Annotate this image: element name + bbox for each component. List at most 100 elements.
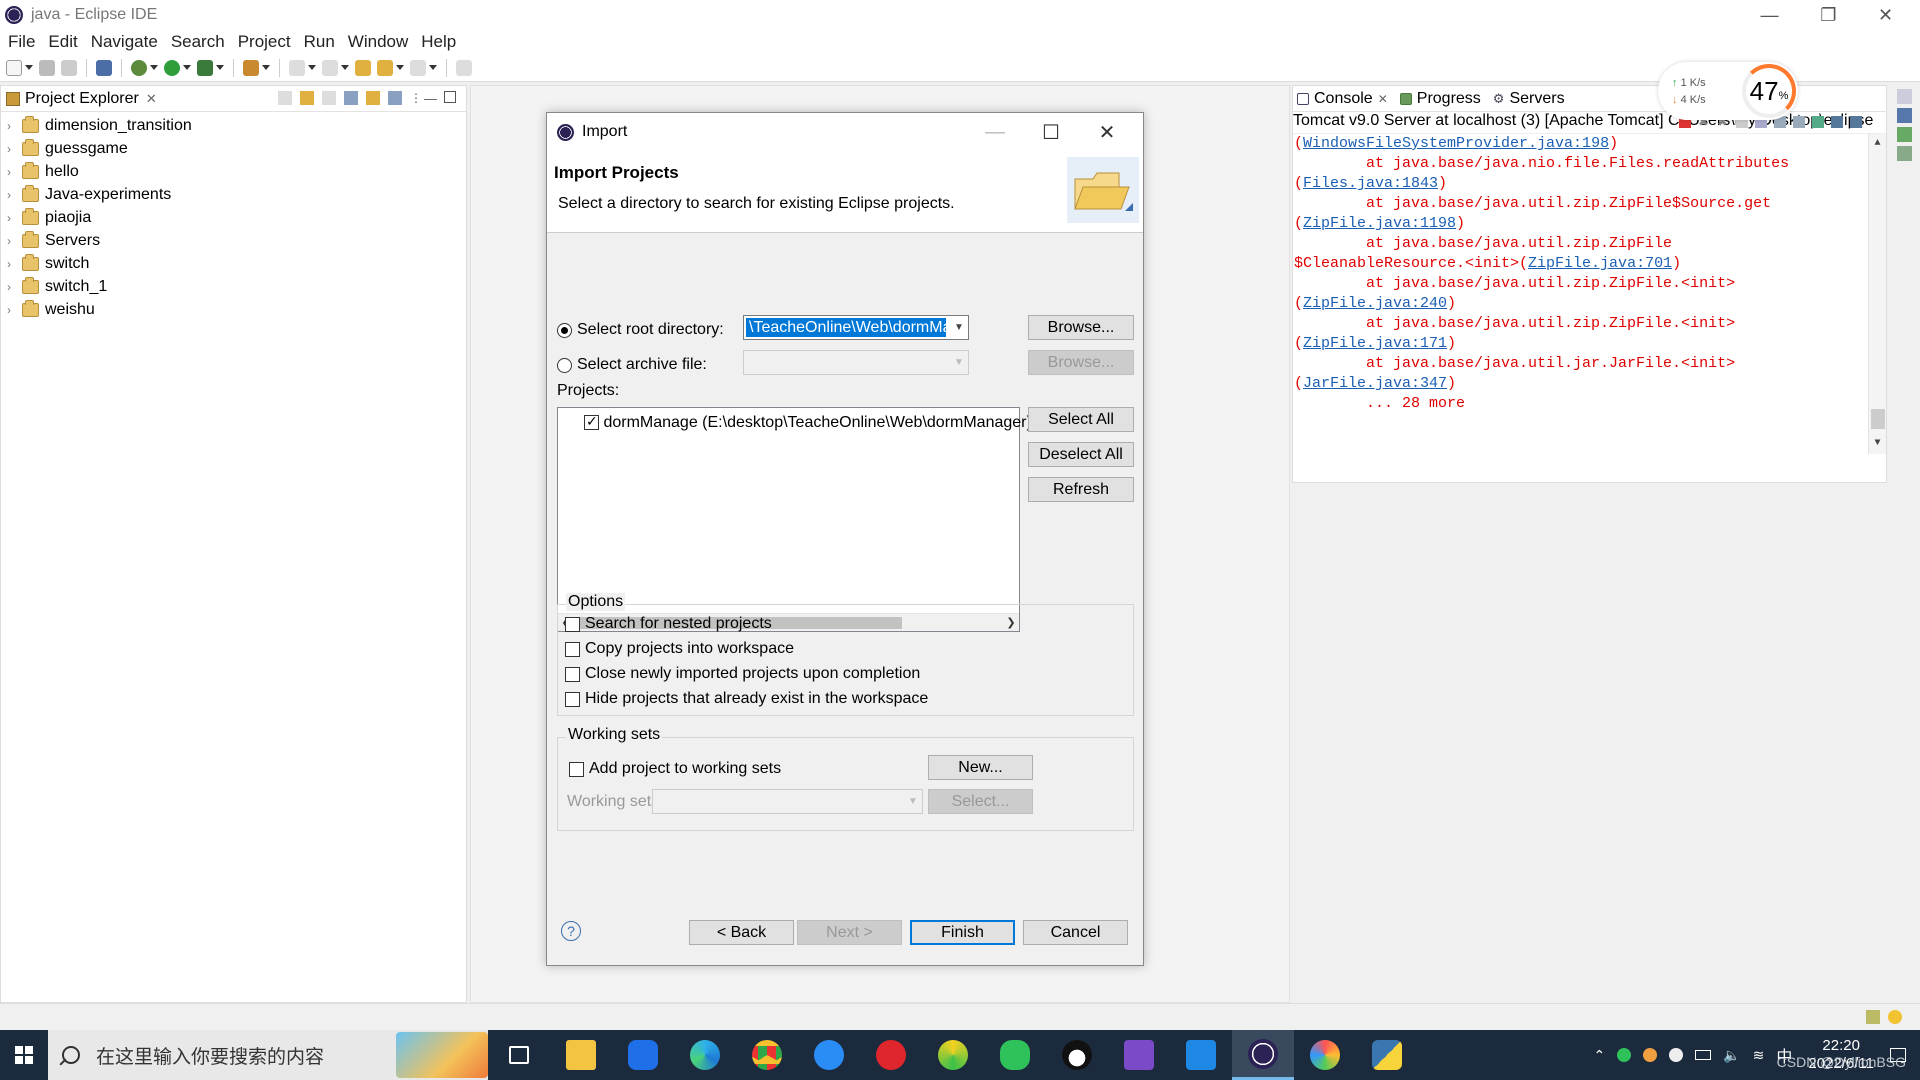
stacktrace-link[interactable]: ZipFile.java:1198 [1303, 215, 1456, 232]
tab-console[interactable]: Console ✕ [1297, 90, 1388, 108]
taskbar-app-wechat[interactable] [984, 1030, 1046, 1080]
dialog-close-button[interactable]: ✕ [1079, 113, 1135, 151]
taskbar-app-eclipse[interactable] [1232, 1030, 1294, 1080]
close-icon[interactable]: ✕ [146, 91, 157, 107]
chevron-up-icon[interactable]: ⌃ [1593, 1047, 1605, 1064]
stacktrace-link[interactable]: ZipFile.java:171 [1303, 335, 1447, 352]
chevron-down-icon[interactable] [150, 65, 158, 70]
restore-button[interactable]: ❐ [1800, 0, 1857, 30]
taskbar-search[interactable]: 在这里输入你要搜索的内容 [48, 1030, 488, 1080]
browse-archive-button[interactable]: Browse... [1028, 350, 1134, 375]
chevron-down-icon[interactable] [25, 65, 33, 70]
minimize-icon[interactable]: — [424, 91, 437, 106]
root-dir-radio[interactable] [557, 322, 572, 338]
option-nested[interactable]: Search for nested projects [565, 615, 772, 633]
view-menu-icon[interactable]: ⋮ [410, 91, 422, 105]
chevron-right-icon[interactable]: › [7, 142, 17, 156]
wifi-icon[interactable]: ≋ [1753, 1047, 1765, 1064]
filter-icon[interactable] [388, 91, 402, 105]
add-ws-checkbox[interactable] [569, 761, 584, 777]
menu-edit[interactable]: Edit [48, 32, 77, 52]
console-output[interactable]: (WindowsFileSystemProvider.java:198) at … [1293, 134, 1886, 454]
chevron-right-icon[interactable]: › [7, 165, 17, 179]
taskbar-app-colorful[interactable] [1294, 1030, 1356, 1080]
menu-navigate[interactable]: Navigate [91, 32, 158, 52]
display-console-icon[interactable] [1831, 116, 1843, 128]
option-copy[interactable]: Copy projects into workspace [565, 640, 794, 658]
tree-item[interactable]: › dimension_transition [1, 114, 466, 137]
task-view-button[interactable] [488, 1030, 550, 1080]
chevron-right-icon[interactable]: › [7, 234, 17, 248]
outline-icon[interactable] [1897, 108, 1912, 123]
terminal-icon[interactable] [96, 59, 112, 76]
collapse-all-icon[interactable] [344, 91, 358, 105]
project-explorer-title[interactable]: Project Explorer [25, 90, 139, 108]
option-close[interactable]: Close newly imported projects upon compl… [565, 665, 920, 683]
prev-annotation-icon[interactable] [322, 59, 338, 76]
scroll-thumb[interactable] [1871, 409, 1885, 429]
taskbar-app-netease-music[interactable] [860, 1030, 922, 1080]
markers-icon[interactable] [1897, 146, 1912, 161]
chevron-down-icon[interactable] [183, 65, 191, 70]
chevron-down-icon[interactable] [216, 65, 224, 70]
ws-combo[interactable]: ▼ [652, 789, 923, 814]
tab-progress[interactable]: Progress [1399, 90, 1481, 108]
archive-option[interactable]: Select archive file: [557, 356, 707, 374]
root-dir-option[interactable]: Select root directory: [557, 321, 724, 339]
open-type-icon[interactable] [243, 59, 259, 76]
browse-dir-button[interactable]: Browse... [1028, 315, 1134, 340]
copy-checkbox[interactable] [565, 641, 580, 657]
menu-run[interactable]: Run [304, 32, 335, 52]
debug-icon[interactable] [131, 59, 147, 76]
archive-combo[interactable]: ▼ [743, 350, 969, 375]
chevron-right-icon[interactable]: › [7, 211, 17, 225]
close-checkbox[interactable] [565, 666, 580, 682]
coverage-icon[interactable] [197, 59, 213, 76]
tree-item[interactable]: › switch_1 [1, 275, 466, 298]
tree-item[interactable]: › weishu [1, 298, 466, 321]
taskbar-app-edge[interactable] [674, 1030, 736, 1080]
stacktrace-link[interactable]: ZipFile.java:701 [1528, 255, 1672, 272]
qq-tray-icon[interactable] [1669, 1048, 1684, 1062]
forward-icon[interactable] [410, 59, 426, 76]
taskbar-app-yellow[interactable] [922, 1030, 984, 1080]
tree-item[interactable]: › guessgame [1, 137, 466, 160]
volume-icon[interactable]: 🔈 [1723, 1047, 1740, 1064]
stacktrace-link[interactable]: JarFile.java:347 [1303, 375, 1447, 392]
back-button[interactable]: < Back [689, 920, 794, 945]
link-editor-icon[interactable] [366, 91, 380, 105]
tree-item[interactable]: › piaojia [1, 206, 466, 229]
open-console-icon[interactable] [1850, 116, 1862, 128]
refresh-button[interactable]: Refresh [1028, 477, 1134, 502]
archive-radio[interactable] [557, 357, 572, 373]
chevron-right-icon[interactable]: › [7, 280, 17, 294]
chevron-right-icon[interactable]: › [7, 257, 17, 271]
menu-project[interactable]: Project [238, 32, 291, 52]
tree-item[interactable]: › hello [1, 160, 466, 183]
next-annotation-icon[interactable] [289, 59, 305, 76]
stacktrace-link[interactable]: WindowsFileSystemProvider.java:198 [1303, 135, 1609, 152]
start-button[interactable] [0, 1030, 48, 1080]
wechat-tray-icon[interactable] [1617, 1048, 1632, 1062]
save-all-icon[interactable] [61, 59, 77, 76]
tree-item[interactable]: › Servers [1, 229, 466, 252]
projects-list[interactable]: dormManage (E:\desktop\TeacheOnline\Web\… [557, 407, 1032, 632]
chevron-right-icon[interactable]: › [7, 188, 17, 202]
console-scrollbar[interactable]: ▲ ▼ [1868, 134, 1886, 454]
chevron-down-icon[interactable] [308, 65, 316, 70]
tip-icon[interactable] [1888, 1010, 1902, 1024]
save-icon[interactable] [39, 59, 55, 76]
chevron-right-icon[interactable]: › [7, 303, 17, 317]
battery-icon[interactable] [1695, 1050, 1712, 1060]
new-ws-button[interactable]: New... [928, 755, 1033, 780]
menu-file[interactable]: File [8, 32, 35, 52]
dialog-minimize-button[interactable]: — [967, 113, 1023, 151]
nested-checkbox[interactable] [565, 616, 580, 632]
hide-checkbox[interactable] [565, 691, 580, 707]
taskbar-app-blue[interactable] [1170, 1030, 1232, 1080]
stacktrace-link[interactable]: Files.java:1843 [1303, 175, 1438, 192]
tab-servers[interactable]: ⚙ Servers [1493, 90, 1565, 108]
cancel-button[interactable]: Cancel [1023, 920, 1128, 945]
tray-app-icon[interactable] [1643, 1048, 1658, 1062]
taskbar-app-vs[interactable] [1108, 1030, 1170, 1080]
